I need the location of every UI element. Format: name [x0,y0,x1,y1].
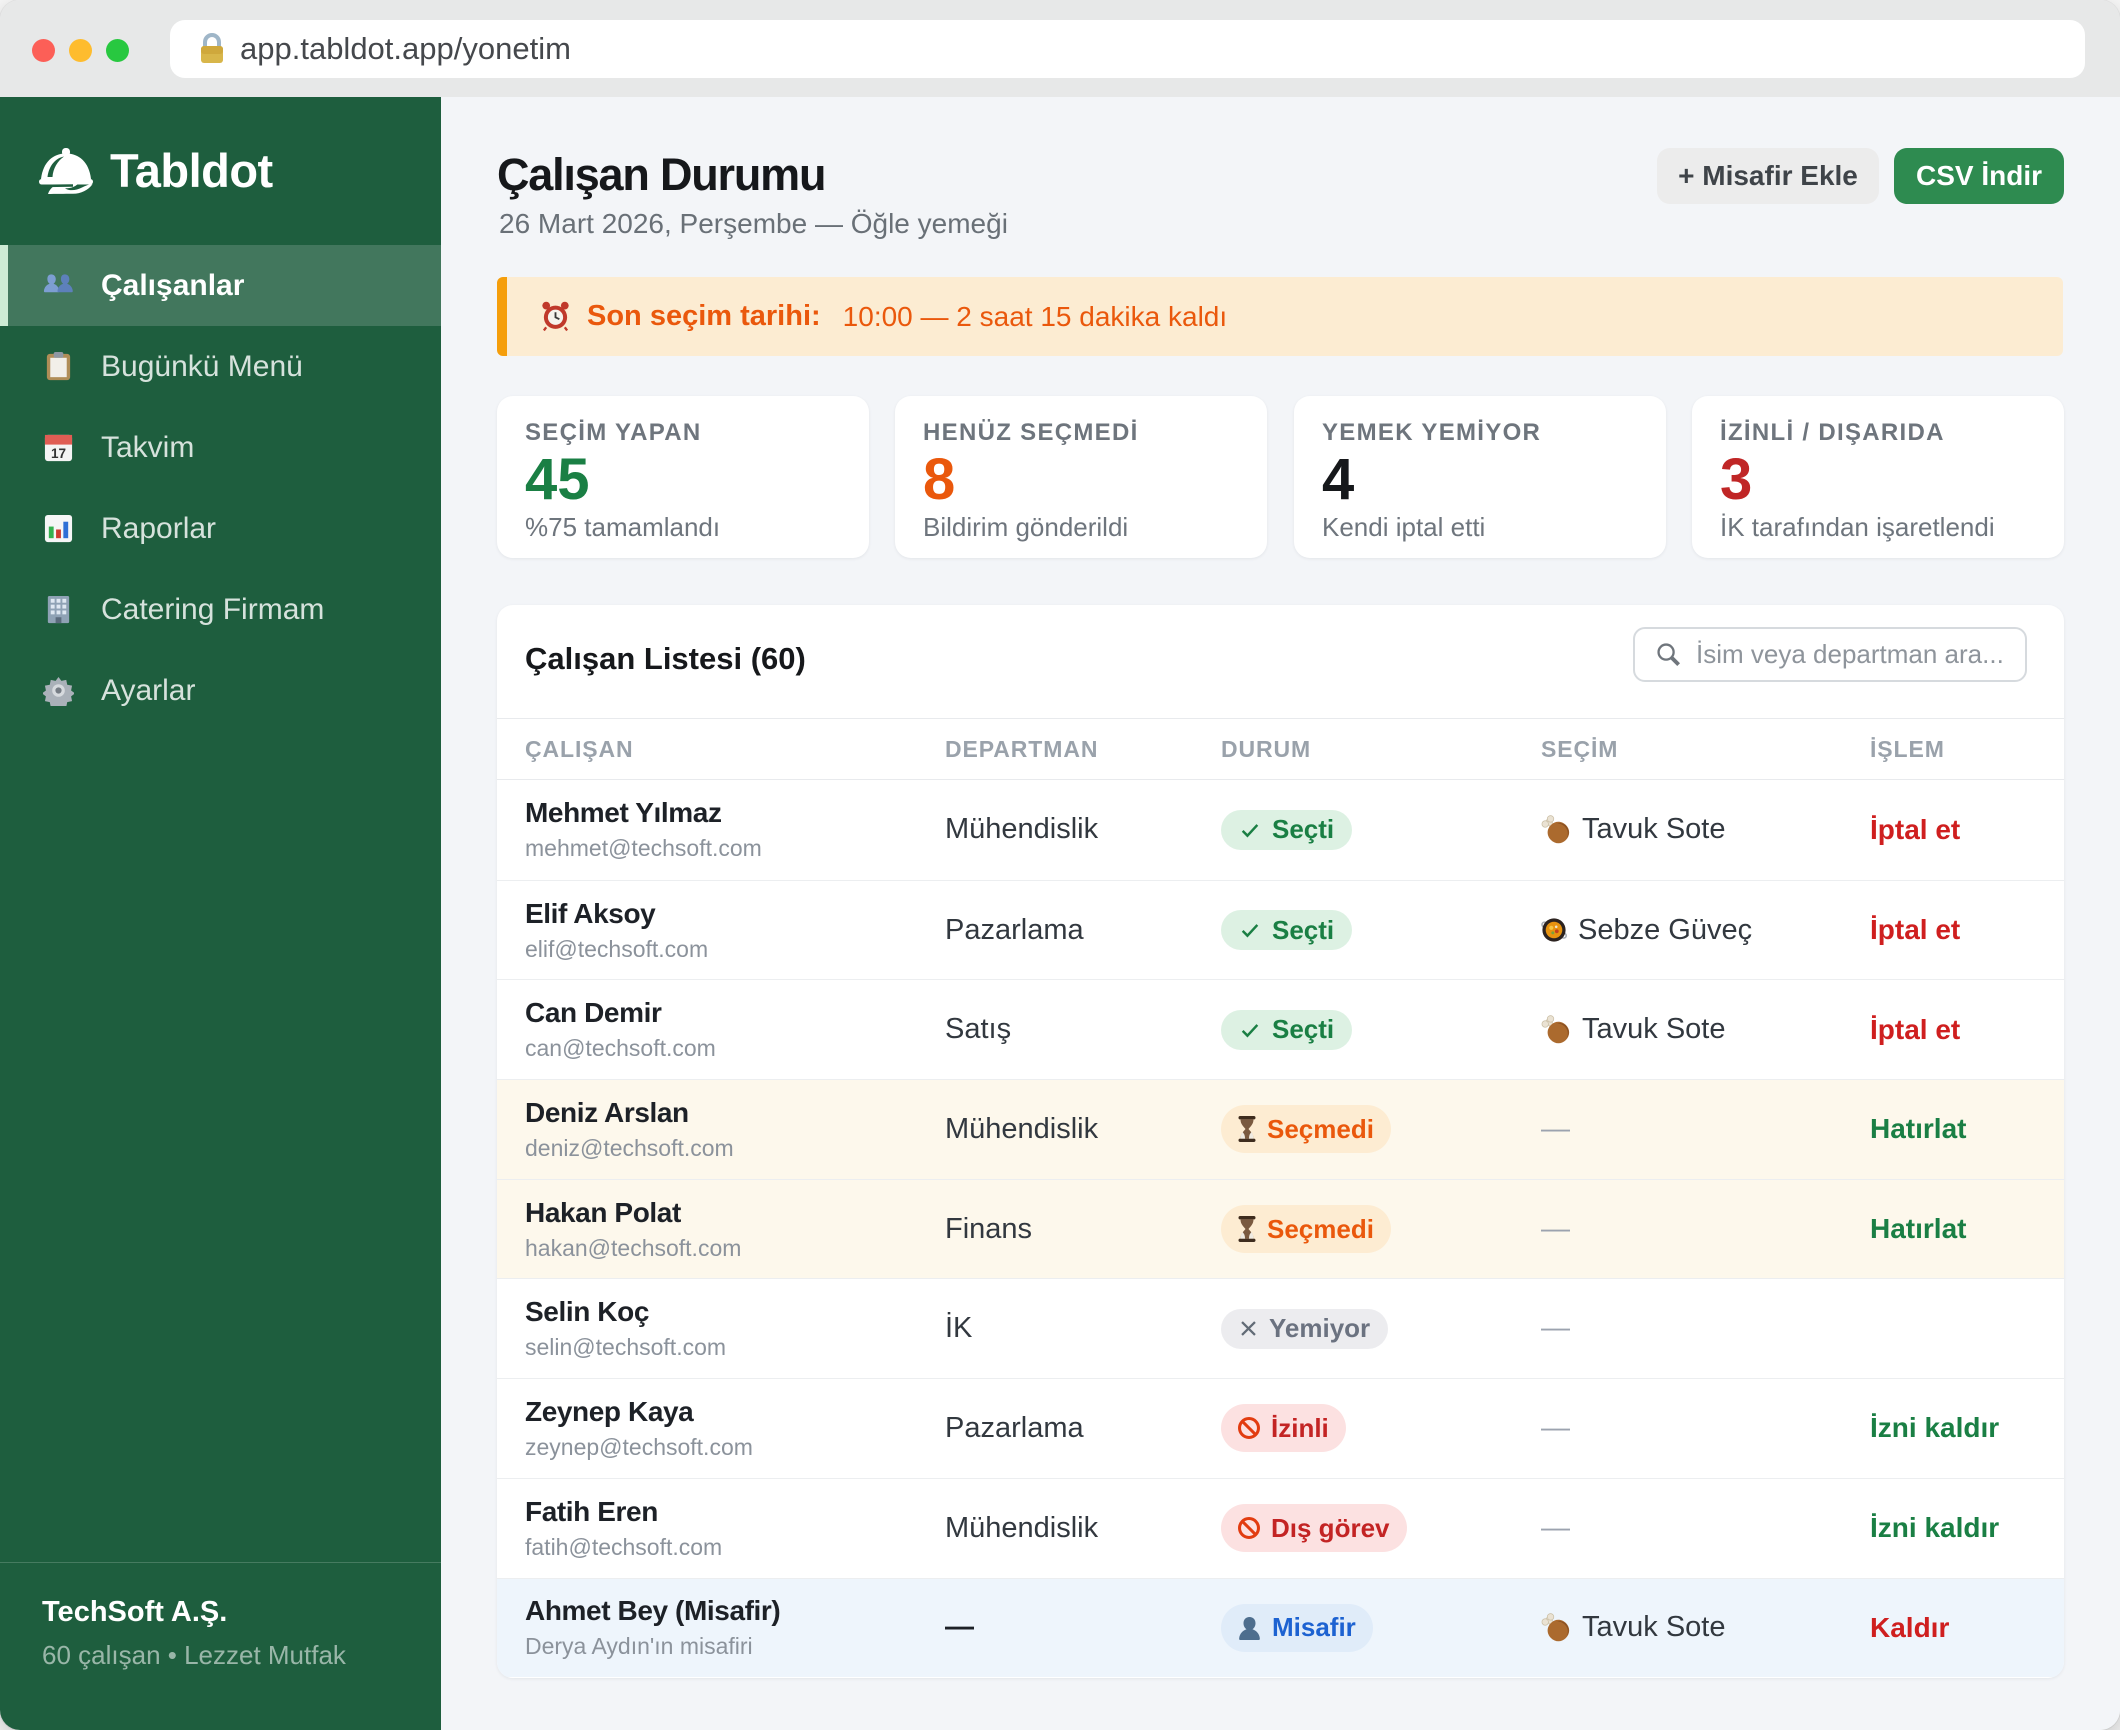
svg-text:17: 17 [51,446,66,461]
